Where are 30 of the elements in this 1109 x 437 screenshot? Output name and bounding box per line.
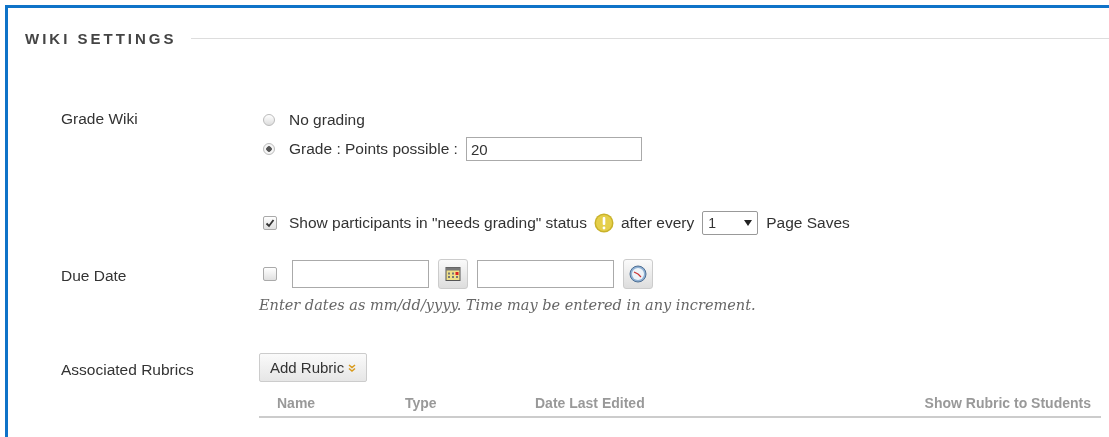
radio-button[interactable]: [263, 142, 275, 155]
field-label: Grade Wiki: [60, 110, 139, 129]
clock-icon: [629, 265, 647, 283]
section-title: WIKI SETTINGS: [25, 30, 177, 47]
option-label: Grade : Points possible :: [289, 139, 458, 158]
clock-button[interactable]: [623, 259, 653, 289]
checkbox[interactable]: [263, 267, 277, 281]
calendar-icon: [445, 266, 461, 282]
option-label: after every: [620, 214, 695, 232]
date-field[interactable]: [292, 260, 429, 288]
calendar-button[interactable]: [438, 259, 468, 289]
time-field[interactable]: [477, 260, 614, 288]
option-label: No grading: [289, 110, 365, 129]
add-rubric-button[interactable]: Add Rubric: [259, 353, 368, 382]
dropdown-arrow-icon: [744, 220, 753, 226]
chevron-down-icon: [348, 363, 357, 372]
option-label: Page Saves: [766, 214, 850, 232]
option-label: Show participants in "needs grading" status: [289, 214, 587, 232]
radio-button[interactable]: [263, 113, 275, 126]
column-header[interactable]: Show Rubric to Students: [924, 395, 1101, 411]
column-header[interactable]: Name: [259, 395, 405, 411]
checkbox[interactable]: [263, 216, 277, 230]
field-label: Associated Rubrics: [60, 361, 195, 380]
points-field[interactable]: 20: [465, 136, 642, 161]
hint-text: Enter dates as mm/dd/yyyy. Time may be entered in any increment.: [259, 297, 756, 313]
exclamation-icon: [593, 213, 614, 233]
column-header[interactable]: Type: [405, 395, 535, 411]
field-label: Due Date: [60, 267, 128, 286]
column-header[interactable]: Date Last Edited: [535, 395, 925, 411]
count-select[interactable]: 1: [702, 211, 759, 235]
